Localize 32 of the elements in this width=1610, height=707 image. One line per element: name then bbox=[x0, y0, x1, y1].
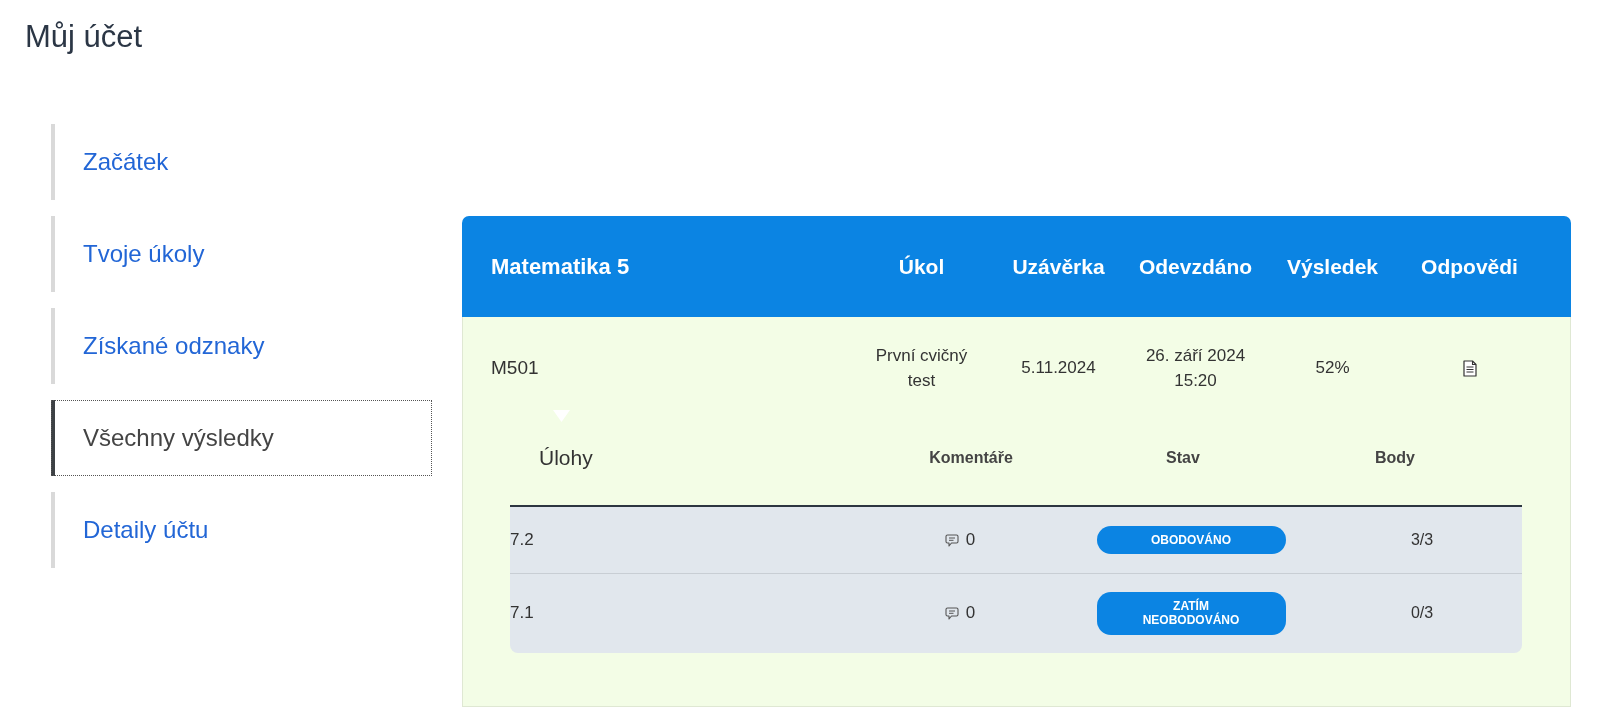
task-number: 7.1 bbox=[510, 603, 534, 624]
assignment-code: M501 bbox=[491, 355, 539, 380]
sidebar-item[interactable]: Tvoje úkoly bbox=[51, 216, 432, 292]
page-title: Můj účet bbox=[24, 18, 144, 55]
course-title: Matematika 5 bbox=[491, 253, 630, 280]
status-badge: ZATÍM NEOBODOVÁNO bbox=[1096, 592, 1286, 635]
deadline-date: 5.11.2024 bbox=[1021, 357, 1096, 380]
sidebar-item[interactable]: Získané odznaky bbox=[51, 308, 432, 384]
task-name: První cvičný test bbox=[874, 344, 969, 392]
result-value: 52% bbox=[1315, 357, 1350, 380]
points-value: 0/3 bbox=[1410, 604, 1434, 623]
column-header: Odpovědi bbox=[1421, 254, 1518, 279]
column-header: Komentáře bbox=[929, 448, 1013, 467]
document-icon[interactable] bbox=[1462, 359, 1477, 377]
column-header: Body bbox=[1375, 448, 1415, 467]
sidebar-item[interactable]: Detaily účtu bbox=[51, 492, 432, 568]
column-header: Stav bbox=[1166, 448, 1200, 467]
comment-count: 0 bbox=[965, 603, 976, 624]
column-header: Odevzdáno bbox=[1138, 254, 1253, 279]
column-header: Úkol bbox=[898, 254, 945, 279]
submitted-date: 26. září 2024 15:20 bbox=[1144, 344, 1247, 392]
sidebar-item[interactable]: Začátek bbox=[51, 124, 432, 200]
comment-icon bbox=[944, 606, 959, 620]
sidebar-item[interactable]: Všechny výsledky bbox=[51, 400, 432, 476]
comment-icon bbox=[944, 533, 959, 547]
column-header: Uzávěrka bbox=[1012, 254, 1105, 279]
column-header: Výsledek bbox=[1286, 254, 1379, 279]
column-header: Úlohy bbox=[539, 445, 593, 470]
points-value: 3/3 bbox=[1410, 531, 1434, 549]
status-badge: OBODOVÁNO bbox=[1096, 525, 1286, 555]
comment-count: 0 bbox=[965, 530, 976, 550]
task-number: 7.2 bbox=[510, 530, 534, 550]
